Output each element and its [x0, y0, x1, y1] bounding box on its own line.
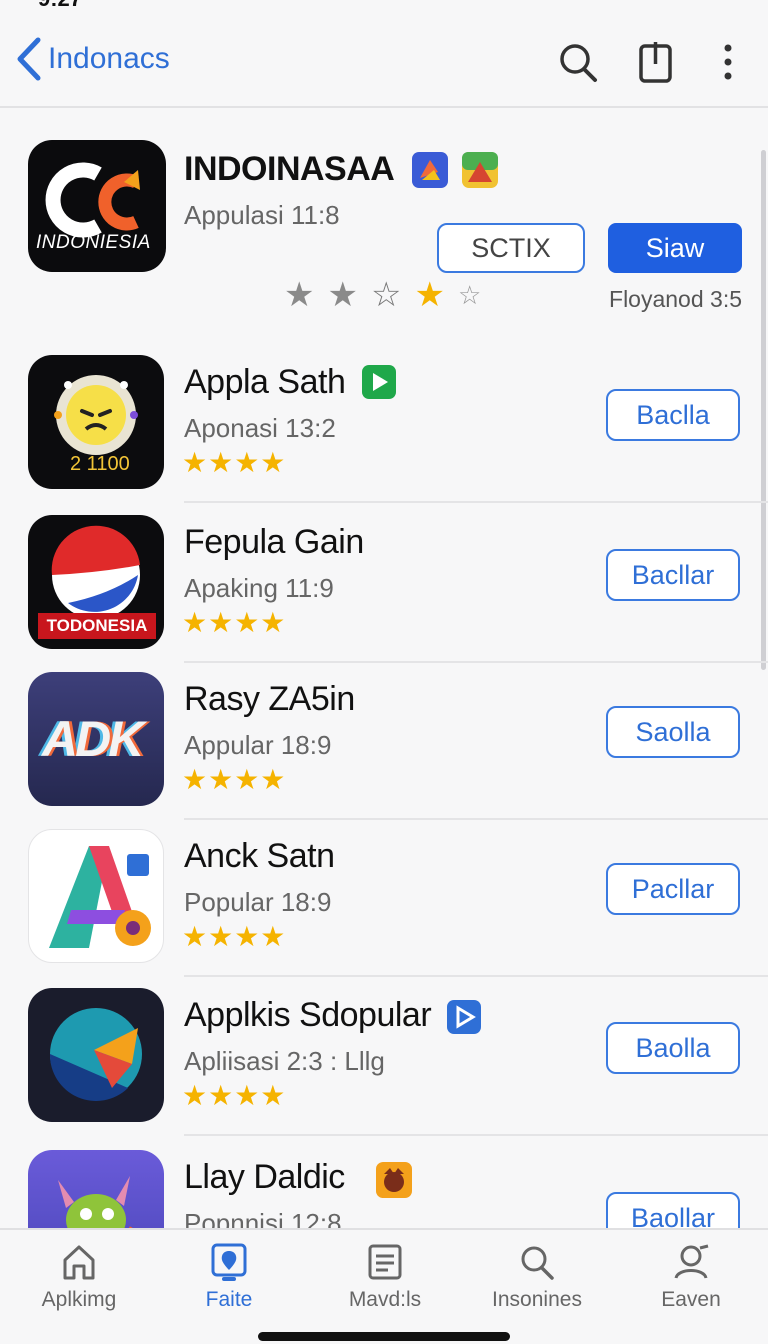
icon-caption: TODONESIA	[38, 613, 156, 639]
featured-subtitle: Appulasi 11:8	[184, 200, 340, 230]
featured-rating: ★ ★ ☆ ★ ☆	[284, 278, 481, 312]
app-rating: ★★★★	[182, 1080, 287, 1111]
app-icon	[28, 1150, 164, 1228]
app-title: Anck Satn	[184, 837, 335, 875]
puzzle-badge-icon	[412, 152, 448, 188]
tab-apps[interactable]: Aplkimg	[14, 1242, 144, 1312]
app-title: Fepula Gain	[184, 523, 364, 561]
chevron-left-icon	[17, 37, 41, 81]
tab-label: Faite	[205, 1288, 253, 1311]
tab-profile[interactable]: Eaven	[626, 1242, 756, 1312]
star-outline-icon: ☆	[457, 280, 482, 310]
mascot-badge-icon	[376, 1162, 412, 1198]
app-icon: 2 1100	[28, 355, 164, 489]
more-icon[interactable]	[708, 40, 748, 84]
tab-label: Eaven	[661, 1288, 721, 1311]
tab-news[interactable]: Mavd:ls	[320, 1242, 450, 1312]
globe-arrow-icon	[49, 1008, 142, 1101]
letter-a-icon	[49, 846, 151, 948]
app-list[interactable]: INDONIESIA INDOINASAA Appulasi 11:8 SCTI…	[0, 110, 768, 1228]
nav-bar: Indonacs	[0, 10, 768, 108]
play-badge-icon	[362, 365, 396, 399]
list-item[interactable]: Anck Satn Popular 18:9 ★★★★ Pacllar	[0, 819, 768, 977]
app-title: Rasy ZA5in	[184, 680, 355, 718]
tab-bar: Aplkimg Faite Mavd:ls Insonines Eaven	[0, 1228, 768, 1344]
list-item[interactable]: Llay Daldic Popnnisi 12:8 ★★★★ Baollar	[0, 1140, 768, 1228]
list-item[interactable]: ADK Rasy ZA5in Appular 18:9 ★★★★ Saolla	[0, 662, 768, 820]
featured-app[interactable]: INDONIESIA INDOINASAA Appulasi 11:8 SCTI…	[0, 110, 768, 335]
star-icon: ★	[284, 276, 315, 314]
star-icon: ★	[327, 276, 358, 314]
divider	[184, 975, 768, 977]
primary-button[interactable]: Siaw	[608, 223, 742, 273]
app-rating: ★★★★	[182, 764, 287, 795]
secondary-button[interactable]: SCTIX	[437, 223, 585, 273]
search-icon	[521, 1246, 554, 1280]
app-title: Llay Daldic	[184, 1158, 345, 1196]
get-button[interactable]: Baclla	[606, 389, 740, 441]
creature-icon	[58, 1176, 133, 1228]
star-outline-icon: ☆	[370, 276, 402, 314]
icon-caption: 2 1100	[70, 453, 130, 475]
list-item[interactable]: 2 1100 Appla Sath Aponasi 13:2 ★★★★ Bacl…	[0, 345, 768, 503]
get-button[interactable]: Pacllar	[606, 863, 740, 915]
app-rating: ★★★★	[182, 607, 287, 638]
person-icon	[674, 1244, 709, 1279]
icon-caption: INDONIESIA	[36, 232, 151, 253]
tab-featured[interactable]: Faite	[164, 1242, 294, 1312]
app-subtitle: Appular 18:9	[184, 730, 332, 760]
tab-label: Insonines	[492, 1288, 582, 1311]
star-icon: ★	[414, 276, 445, 314]
app-subtitle: Aponasi 13:2	[184, 413, 336, 443]
get-button[interactable]: Baollar	[606, 1192, 740, 1228]
app-rating: ★★★★	[182, 447, 287, 478]
app-icon	[28, 988, 164, 1122]
back-button[interactable]: Indonacs	[14, 36, 170, 82]
app-subtitle: Popular 18:9	[184, 887, 332, 917]
status-bar: 9:27	[0, 0, 768, 11]
icon-caption: ADK	[42, 711, 144, 767]
app-subtitle: Apaking 11:9	[184, 573, 334, 603]
location-icon	[211, 1243, 247, 1281]
play-badge-icon	[447, 1000, 481, 1034]
list-item[interactable]: Applkis Sdopular Apliisasi 2:3 : Lllg ★★…	[0, 978, 768, 1136]
news-icon	[368, 1244, 402, 1280]
share-icon[interactable]	[636, 40, 676, 84]
app-rating: ★★★★	[182, 921, 287, 952]
get-button[interactable]: Bacllar	[606, 549, 740, 601]
tab-search[interactable]: Insonines	[472, 1242, 602, 1312]
app-subtitle: Popnnisi 12:8	[184, 1208, 342, 1228]
tab-label: Mavd:ls	[348, 1288, 422, 1311]
list-item[interactable]: TODONESIA Fepula Gain Apaking 11:9 ★★★★ …	[0, 505, 768, 663]
featured-side-text: Floyanod 3:5	[609, 286, 742, 312]
get-button[interactable]: Baolla	[606, 1022, 740, 1074]
app-icon	[28, 829, 164, 963]
app-title: Appla Sath	[184, 363, 346, 401]
app-title: Applkis Sdopular	[184, 996, 432, 1034]
app-icon: TODONESIA	[28, 515, 164, 649]
divider	[184, 501, 768, 503]
game-badge-icon	[462, 152, 498, 188]
divider	[184, 1134, 768, 1136]
app-icon: INDONIESIA	[28, 140, 166, 272]
featured-title: INDOINASAA	[184, 150, 395, 188]
back-label: Indonacs	[48, 42, 170, 75]
home-icon	[63, 1245, 95, 1280]
app-subtitle: Apliisasi 2:3 : Lllg	[184, 1046, 385, 1076]
app-icon: ADK	[28, 672, 164, 806]
get-button[interactable]: Saolla	[606, 706, 740, 758]
home-indicator[interactable]	[258, 1332, 510, 1341]
tab-label: Aplkimg	[41, 1288, 117, 1311]
search-icon[interactable]	[558, 40, 598, 84]
